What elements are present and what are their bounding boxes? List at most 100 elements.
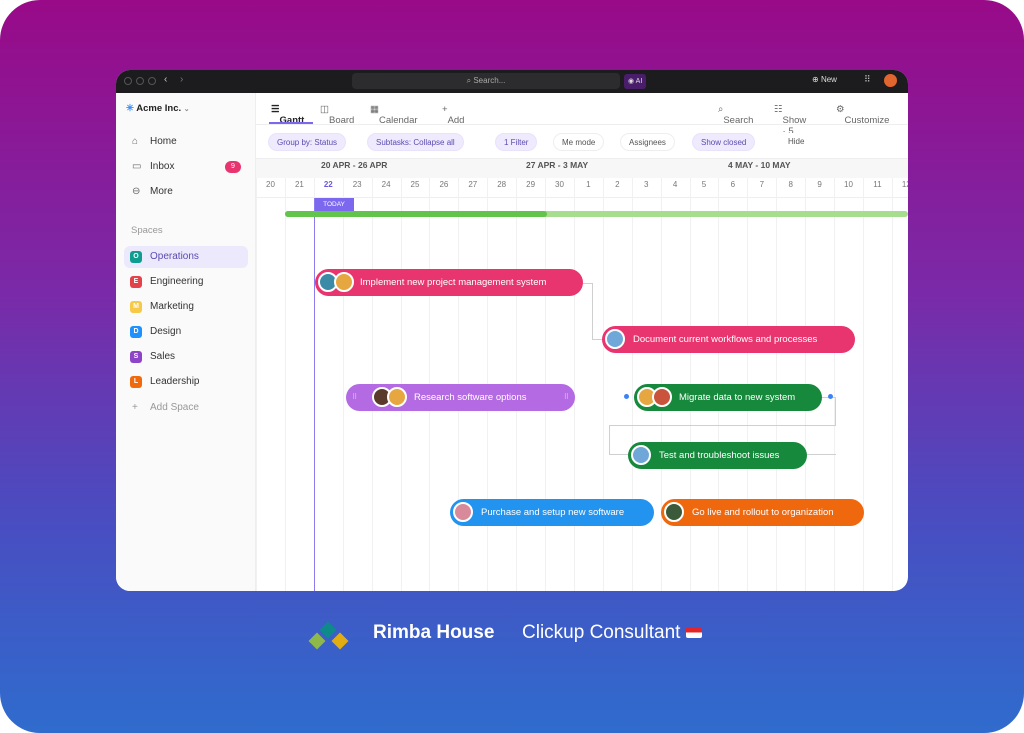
tab-gantt[interactable]: ☰ Gantt	[271, 104, 304, 126]
day-gridline	[631, 178, 633, 591]
task-bar[interactable]: Purchase and setup new software	[450, 499, 654, 526]
space-leadership[interactable]: L Leadership	[124, 371, 248, 393]
task-bar[interactable]: Implement new project management system	[315, 269, 583, 296]
task-bar[interactable]: Document current workflows and processes	[602, 326, 855, 353]
add-view-button[interactable]: + Add	[442, 104, 464, 126]
space-engineering[interactable]: E Engineering	[124, 271, 248, 293]
today-badge: TODAY	[314, 198, 354, 211]
tab-label: Gantt	[279, 115, 305, 126]
apps-grid-icon[interactable]: ⠿	[864, 74, 871, 85]
window-maximize-button[interactable]	[148, 77, 156, 85]
space-sales[interactable]: S Sales	[124, 346, 248, 368]
space-label: Sales	[150, 351, 176, 362]
space-design[interactable]: D Design	[124, 321, 248, 343]
tab-board[interactable]: ◫ Board	[320, 104, 354, 126]
task-name: Implement new project management system	[360, 277, 547, 288]
task-name: Migrate data to new system	[679, 392, 796, 403]
day-label: 24	[381, 180, 391, 189]
assignee-avatar	[387, 387, 407, 407]
day-label: 28	[497, 180, 507, 189]
active-tab-indicator	[269, 122, 313, 124]
space-label: Marketing	[150, 301, 194, 312]
task-name: Purchase and setup new software	[481, 507, 625, 518]
space-icon: S	[130, 351, 142, 363]
filter-chip[interactable]: 1 Filter	[495, 133, 538, 151]
week-label: 20 APR - 26 APR	[321, 160, 388, 170]
space-label: Engineering	[150, 276, 204, 287]
user-avatar[interactable]	[884, 74, 897, 87]
spaces-heading: Spaces	[131, 225, 163, 236]
day-label: 25	[410, 180, 420, 189]
add-view-label: Add	[447, 115, 465, 126]
tab-calendar[interactable]: ▦ Calendar	[370, 104, 418, 126]
dependency-handle[interactable]	[624, 394, 629, 399]
group-by-chip[interactable]: Group by: Status	[268, 133, 347, 151]
day-gridline	[256, 178, 257, 591]
nav-home[interactable]: ⌂ Home	[124, 131, 248, 153]
inbox-badge: 9	[225, 161, 241, 173]
nav-label: Inbox	[150, 161, 175, 172]
dependency-handle[interactable]	[828, 394, 833, 399]
nav-more[interactable]: ⊖ More	[124, 181, 248, 203]
overall-progress-bar	[285, 211, 908, 217]
assignee-avatar	[605, 329, 625, 349]
assignee-avatar	[631, 445, 651, 465]
me-mode-chip[interactable]: Me mode	[553, 133, 605, 151]
space-operations[interactable]: O Operations	[124, 246, 248, 268]
day-label: 20	[266, 180, 275, 189]
overall-progress-fill	[285, 211, 547, 217]
day-label: 8	[788, 180, 793, 189]
assignee-avatar	[652, 387, 672, 407]
drag-handle-icon[interactable]: ⠿	[564, 384, 569, 411]
search-input[interactable]: ⌕ Search...	[352, 73, 620, 89]
space-icon: D	[130, 326, 142, 338]
space-icon: E	[130, 276, 142, 288]
task-bar[interactable]: Go live and rollout to organization	[661, 499, 864, 526]
search-placeholder: Search...	[473, 76, 506, 85]
rimba-house-logo	[308, 621, 354, 654]
day-gridline	[284, 178, 286, 591]
new-button[interactable]: ⊕ New	[812, 75, 837, 84]
day-label: 29	[526, 180, 536, 189]
task-bar[interactable]: Test and troubleshoot issues	[628, 442, 807, 469]
task-name: Test and troubleshoot issues	[659, 450, 780, 461]
week-label: 4 MAY - 10 MAY	[728, 160, 791, 170]
space-label: Leadership	[150, 376, 200, 387]
brand-name: Rimba House	[373, 622, 495, 643]
ai-button[interactable]: ◉ AI	[624, 74, 647, 89]
forward-icon[interactable]: ›	[180, 74, 183, 85]
nav-inbox[interactable]: ▭ Inbox 9	[124, 156, 248, 178]
day-label: 21	[294, 180, 304, 189]
home-icon: ⌂	[132, 136, 139, 147]
add-space-label: Add Space	[150, 402, 199, 413]
day-label: 12	[901, 180, 908, 189]
show-closed-chip[interactable]: Show closed	[692, 133, 756, 151]
indonesia-flag-icon	[685, 627, 702, 638]
add-space-button[interactable]: + Add Space	[124, 397, 248, 419]
window-close-button[interactable]	[124, 77, 132, 85]
day-gridline	[602, 178, 604, 591]
search-button[interactable]: ⌕ Search	[718, 104, 753, 126]
assignee-avatar	[664, 502, 684, 522]
day-label: 22	[323, 180, 333, 189]
more-icon: ⊖	[132, 186, 141, 197]
drag-handle-icon[interactable]: ⠿	[352, 384, 357, 411]
customize-button[interactable]: ⚙ Customize	[836, 104, 889, 126]
day-label: 4	[672, 180, 678, 189]
day-label: 27	[468, 180, 478, 189]
task-bar[interactable]: Migrate data to new system	[634, 384, 822, 411]
task-bar[interactable]: ⠿ Research software options ⠿	[346, 384, 575, 411]
view-header: ☰ Gantt ◫ Board ▦ Calendar + Add ⌕ Searc…	[256, 93, 908, 137]
workspace-switcher[interactable]: ✳ Acme Inc. ⌄	[126, 103, 190, 114]
nav-label: Home	[150, 136, 177, 147]
window-minimize-button[interactable]	[136, 77, 144, 85]
hide-button[interactable]: Hide	[780, 133, 813, 151]
back-icon[interactable]: ‹	[164, 74, 167, 85]
inbox-icon: ▭	[132, 161, 142, 172]
assignees-chip[interactable]: Assignees	[620, 133, 675, 151]
space-marketing[interactable]: M Marketing	[124, 296, 248, 318]
show-button[interactable]: ☷ Show · 5	[774, 104, 806, 137]
nav-label: More	[150, 186, 173, 197]
subtasks-chip[interactable]: Subtasks: Collapse all	[367, 133, 464, 151]
space-label: Operations	[150, 251, 199, 262]
